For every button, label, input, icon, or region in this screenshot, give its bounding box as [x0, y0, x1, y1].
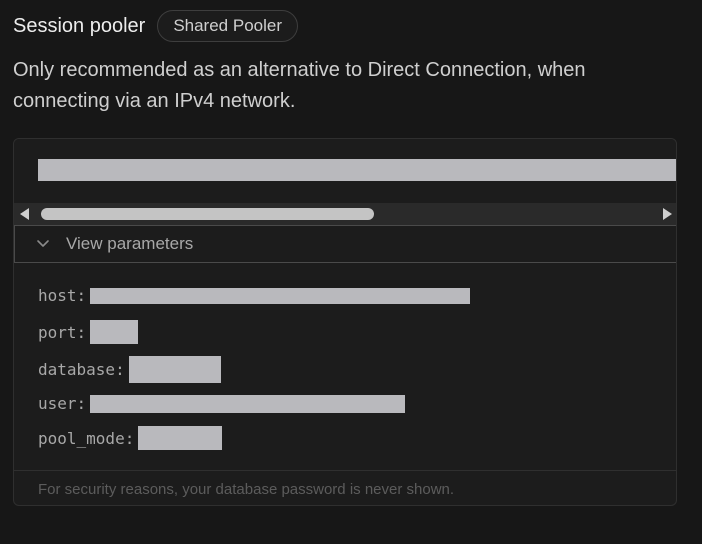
param-value-redacted	[138, 426, 223, 450]
param-user: user:	[38, 394, 406, 413]
param-port: port:	[38, 320, 139, 344]
section-header: Session pooler Shared Pooler	[13, 10, 298, 42]
chevron-down-icon	[37, 240, 49, 247]
section-title: Session pooler	[13, 14, 146, 37]
param-pool-mode: pool_mode:	[38, 426, 223, 450]
connection-string-row[interactable]	[14, 139, 676, 203]
param-key: database:	[38, 360, 125, 379]
arrow-left-icon[interactable]	[20, 208, 29, 220]
security-note: For security reasons, your database pass…	[38, 481, 455, 498]
connection-panel: View parameters host: port: database: us…	[13, 138, 677, 506]
param-value-redacted	[90, 394, 406, 413]
view-parameters-toggle[interactable]: View parameters	[14, 225, 676, 263]
arrow-right-icon[interactable]	[663, 208, 672, 220]
param-key: pool_mode:	[38, 428, 135, 448]
param-key: user:	[38, 394, 87, 413]
scrollbar-thumb[interactable]	[41, 208, 374, 220]
horizontal-scrollbar[interactable]	[14, 203, 676, 225]
param-value-redacted	[90, 320, 139, 344]
view-parameters-label: View parameters	[66, 234, 194, 253]
param-key: port:	[38, 322, 87, 342]
param-key: host:	[38, 286, 87, 305]
param-host: host:	[38, 286, 471, 305]
section-description: Only recommended as an alternative to Di…	[13, 59, 586, 112]
param-value-redacted	[128, 356, 221, 383]
connection-string-redacted	[38, 159, 676, 181]
param-value-redacted	[90, 287, 471, 304]
pooler-badge: Shared Pooler	[157, 10, 298, 42]
footer-divider	[14, 470, 676, 471]
param-database: database:	[38, 356, 221, 383]
